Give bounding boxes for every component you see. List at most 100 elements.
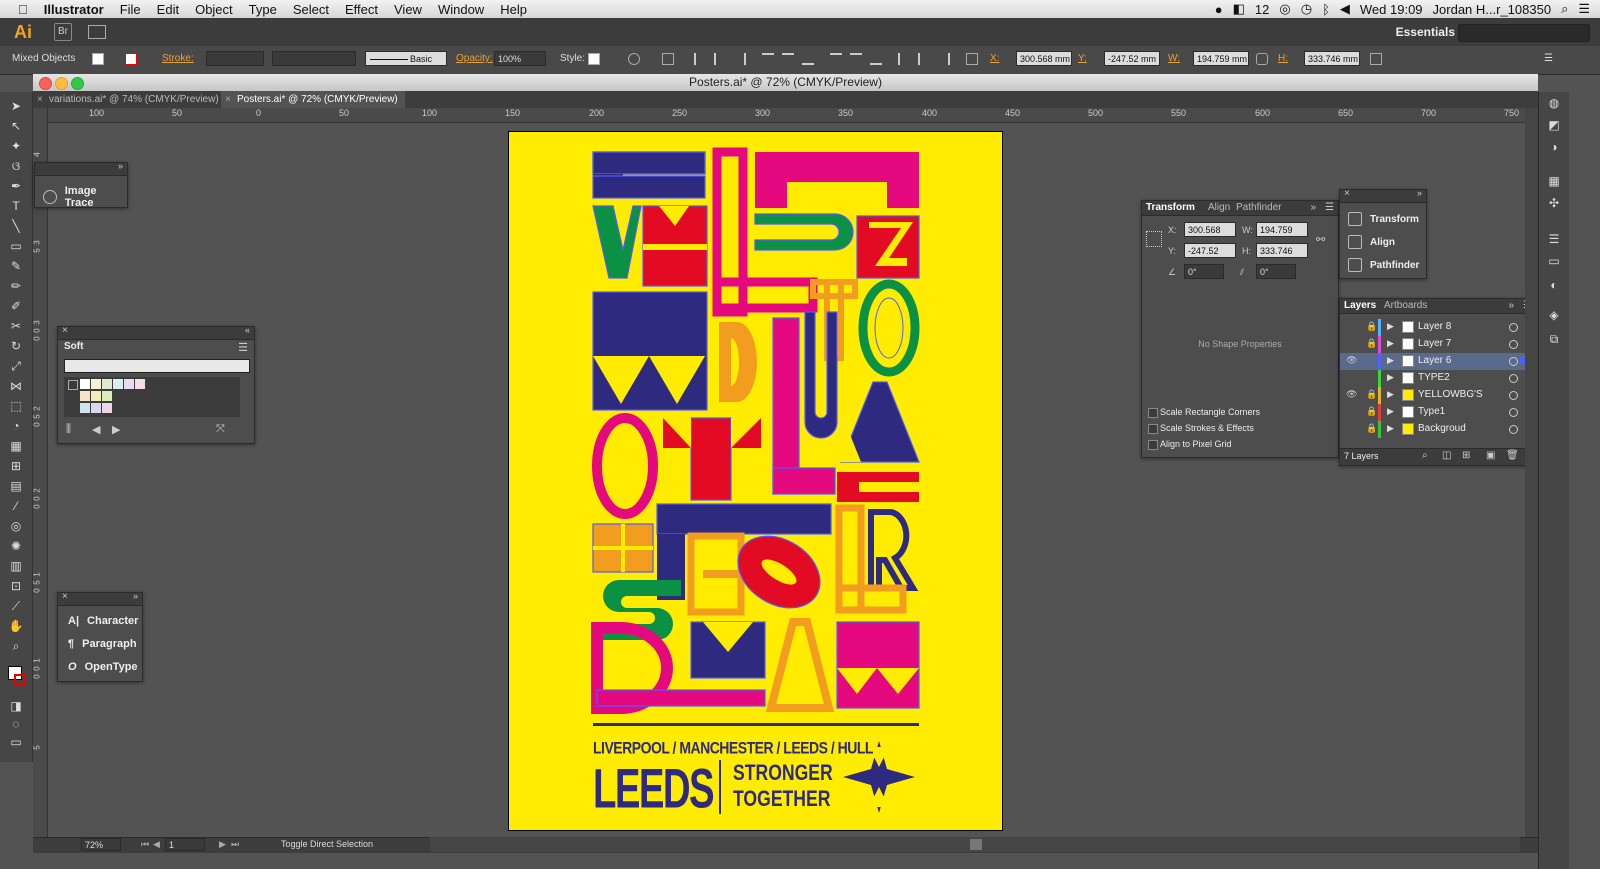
tab-align[interactable]: Align (1208, 202, 1230, 213)
distribute-bottom-icon[interactable] (870, 53, 882, 65)
lock-icon[interactable]: 🔒 (1366, 423, 1377, 434)
variable-width-profile[interactable] (272, 51, 356, 66)
user-menu[interactable]: Jordan H...r_108350 (1433, 2, 1552, 17)
menu-help[interactable]: Help (492, 2, 535, 17)
align-button[interactable]: Align (1348, 235, 1395, 249)
time-machine-icon[interactable]: ◷ (1301, 1, 1312, 17)
spotlight-icon[interactable]: ⌕ (1561, 1, 1568, 17)
close-panel-icon[interactable]: × (1344, 188, 1350, 199)
menu-view[interactable]: View (386, 2, 430, 17)
swatch-search-input[interactable] (64, 359, 250, 373)
gradient-tool-icon[interactable]: ▤ (8, 478, 24, 494)
distribute-center-icon[interactable] (918, 53, 930, 65)
x-field[interactable]: 300.568 mm (1016, 51, 1072, 66)
layer-name[interactable]: Type1 (1418, 406, 1445, 417)
menu-type[interactable]: Type (241, 2, 285, 17)
block-pink-triangles[interactable] (836, 621, 920, 709)
align-middle-icon[interactable] (782, 53, 794, 65)
opacity-label[interactable]: Opacity: (456, 53, 493, 64)
horizontal-ruler[interactable]: 100 50 0 50 100 150 200 250 300 350 400 … (47, 108, 1525, 123)
artboards-icon[interactable]: ⧉ (1547, 332, 1561, 346)
target-icon[interactable] (1509, 425, 1518, 434)
rotate-tool-icon[interactable]: ↻ (8, 338, 24, 354)
shape-builder-tool-icon[interactable]: ◔ (8, 418, 24, 434)
screen-mode-icon[interactable]: ▭ (8, 734, 24, 750)
menu-window[interactable]: Window (430, 2, 492, 17)
libraries-icon[interactable]: ◩ (1547, 118, 1561, 132)
align-right-icon[interactable] (734, 53, 746, 65)
hand-tool-icon[interactable]: ✋ (8, 618, 24, 634)
letter-e3-orange[interactable] (687, 532, 745, 616)
layer-row[interactable]: 🔒 ▶ Layer 7 (1340, 336, 1532, 353)
blend-tool-icon[interactable]: ◎ (8, 518, 24, 534)
swatch[interactable] (135, 379, 145, 389)
stroke-swatch[interactable] (125, 53, 137, 65)
layer-row[interactable]: ▶ TYPE2 (1340, 370, 1532, 387)
close-tab-icon[interactable]: × (37, 91, 43, 108)
swatch-options-icon[interactable]: ⤧ (216, 423, 225, 436)
align-center-icon[interactable] (714, 53, 726, 65)
first-artboard-icon[interactable]: ⏮ (141, 839, 149, 850)
layer-row[interactable]: 👁 🔒 ▶ YELLOWBG'S (1340, 387, 1532, 404)
tab-variations[interactable]: × variations.ai* @ 74% (CMYK/Preview) (33, 91, 227, 108)
block-orange-squares[interactable] (592, 523, 654, 573)
next-library-icon[interactable]: ▶ (112, 423, 120, 436)
tab-pathfinder[interactable]: Pathfinder (1236, 202, 1282, 213)
scale-tool-icon[interactable]: ⤢ (8, 358, 24, 374)
letter-a3-orange[interactable] (765, 618, 835, 712)
stroke-icon[interactable]: ☰ (1547, 232, 1561, 246)
letter-t2-red[interactable] (663, 417, 761, 501)
lock-icon[interactable]: 🔒 (1366, 389, 1377, 400)
swatch[interactable] (91, 403, 101, 413)
expand-icon[interactable]: ▶ (1387, 389, 1394, 400)
fill-swatch[interactable] (92, 53, 104, 65)
clipping-mask-icon[interactable]: ◫ (1442, 450, 1451, 461)
shear-field[interactable]: 0° (1256, 264, 1296, 279)
transform-button[interactable]: Transform (1348, 212, 1419, 226)
collapse-icon[interactable]: » (1310, 202, 1316, 213)
expand-icon[interactable]: ▶ (1387, 338, 1394, 349)
width-tool-icon[interactable]: ⋈ (8, 378, 24, 394)
panel-header[interactable]: ×» (58, 591, 142, 606)
graphic-style-swatch[interactable] (588, 53, 600, 65)
target-icon[interactable] (1509, 391, 1518, 400)
pen-tool-icon[interactable]: ✒ (8, 178, 24, 194)
type-tool-icon[interactable]: T (8, 198, 24, 214)
transform-w-field[interactable]: 194.759 mm (1256, 222, 1308, 250)
tab-transform[interactable]: Transform (1146, 202, 1195, 213)
previous-library-icon[interactable]: ◀ (92, 423, 100, 436)
direct-selection-tool-icon[interactable]: ↖ (8, 118, 24, 134)
lock-icon[interactable]: 🔒 (1366, 321, 1377, 332)
letter-r-navy[interactable] (868, 509, 919, 591)
align-bottom-icon[interactable] (802, 53, 814, 65)
swatch[interactable] (124, 379, 134, 389)
expand-icon[interactable]: ▶ (1387, 423, 1394, 434)
close-panel-icon[interactable]: × (62, 325, 68, 336)
distribute-middle-icon[interactable] (850, 53, 862, 65)
expand-icon[interactable]: ▶ (1387, 321, 1394, 332)
layer-name[interactable]: Backgroud (1418, 423, 1466, 434)
menu-select[interactable]: Select (285, 2, 337, 17)
color-icon[interactable]: ◑ (1547, 140, 1561, 154)
lock-icon[interactable]: 🔒 (1366, 406, 1377, 417)
transform-y-field[interactable]: -247.52 mm (1184, 243, 1236, 271)
apple-menu-icon[interactable]:  (0, 2, 36, 17)
delete-layer-icon[interactable]: 🗑 (1506, 450, 1519, 461)
scale-corners-checkbox[interactable] (1148, 408, 1158, 418)
eyedropper-tool-icon[interactable]: ⁄ (8, 498, 24, 514)
scissors-tool-icon[interactable]: ✂ (8, 318, 24, 334)
notification-icon[interactable]: ● (1215, 2, 1223, 17)
transform-options-icon[interactable] (1370, 53, 1382, 65)
pencil-tool-icon[interactable]: ✏ (8, 278, 24, 294)
stroke-label[interactable]: Stroke: (162, 53, 194, 64)
h-field[interactable]: 333.746 mm (1304, 51, 1360, 66)
layer-row[interactable]: 🔒 ▶ Type1 (1340, 404, 1532, 421)
panel-menu-icon[interactable]: ☰ (1544, 53, 1553, 64)
scale-strokes-checkbox[interactable] (1148, 424, 1158, 434)
menu-effect[interactable]: Effect (337, 2, 386, 17)
transform-x-field[interactable]: 300.568 mm (1184, 222, 1236, 250)
paintbrush-tool-icon[interactable]: ✎ (8, 258, 24, 274)
minimize-window-button[interactable] (55, 77, 68, 90)
menu-edit[interactable]: Edit (149, 2, 187, 17)
scroll-thumb[interactable] (970, 839, 982, 850)
